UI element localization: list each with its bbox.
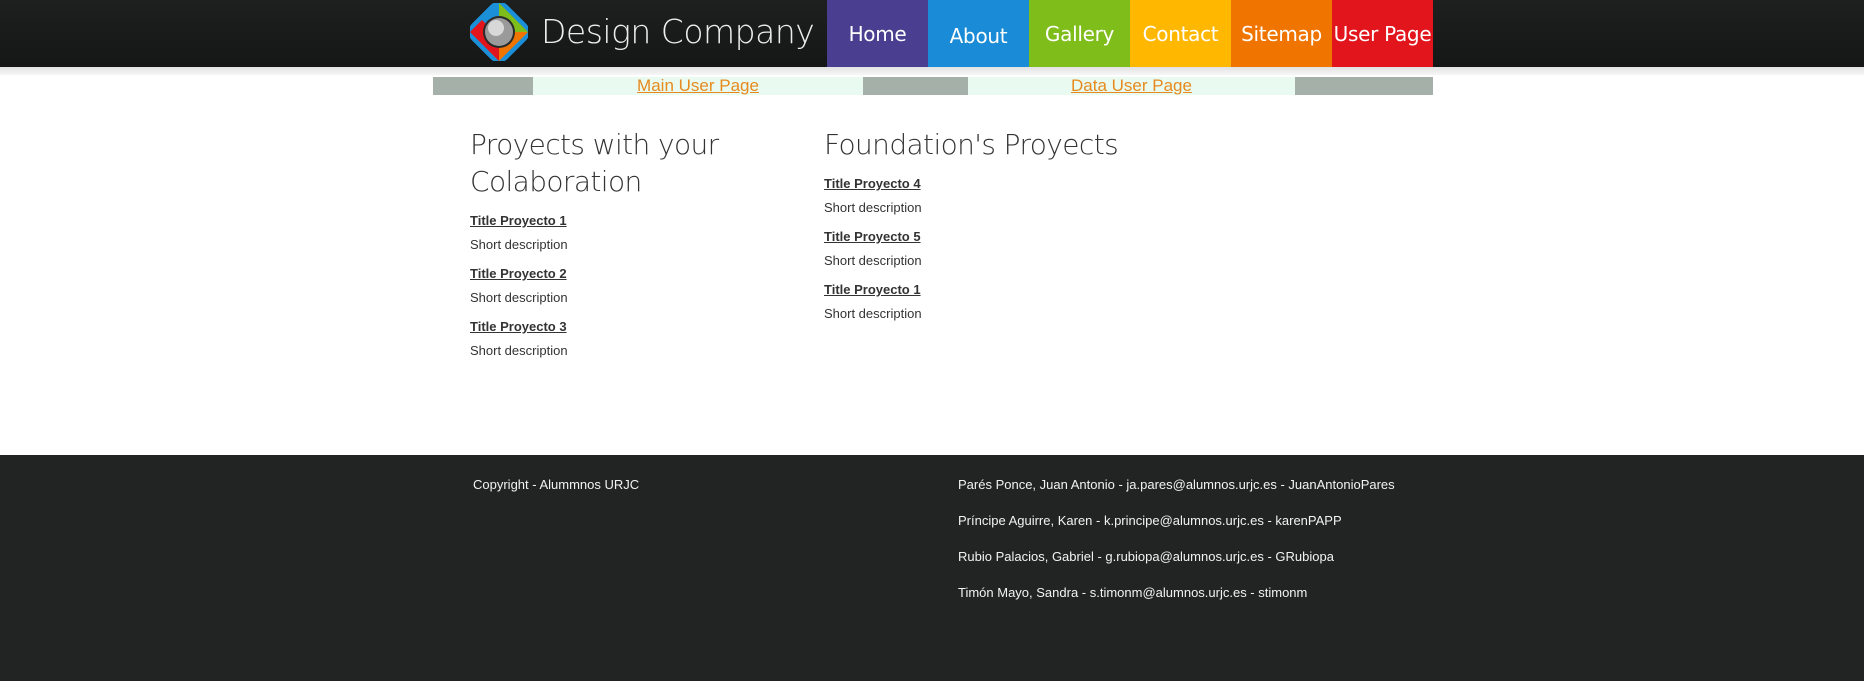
project-title-link[interactable]: Title Proyecto 1 bbox=[824, 282, 1144, 298]
nav-sitemap[interactable]: Sitemap bbox=[1231, 0, 1332, 68]
main-nav: Home About Gallery Contact Sitemap User … bbox=[827, 0, 1433, 72]
project-item: Title Proyecto 3 Short description bbox=[470, 319, 770, 359]
brand-name[interactable]: Design Company bbox=[541, 12, 815, 51]
page-footer: Copyright - Alummnos URJC Parés Ponce, J… bbox=[0, 455, 1864, 681]
footer-author: Parés Ponce, Juan Antonio - ja.pares@alu… bbox=[958, 477, 1395, 492]
footer-authors: Parés Ponce, Juan Antonio - ja.pares@alu… bbox=[958, 477, 1395, 621]
project-item: Title Proyecto 5 Short description bbox=[824, 229, 1144, 269]
footer-author: Rubio Palacios, Gabriel - g.rubiopa@alum… bbox=[958, 549, 1334, 564]
project-item: Title Proyecto 1 Short description bbox=[470, 213, 770, 253]
project-title-link[interactable]: Title Proyecto 2 bbox=[470, 266, 770, 282]
project-description: Short description bbox=[824, 306, 922, 321]
subnav-spacer bbox=[1295, 77, 1433, 95]
project-description: Short description bbox=[824, 253, 922, 268]
nav-gallery[interactable]: Gallery bbox=[1029, 0, 1130, 68]
header-bar: Design Company Home About Gallery Contac… bbox=[0, 0, 1864, 72]
footer-author: Príncipe Aguirre, Karen - k.principe@alu… bbox=[958, 513, 1342, 528]
data-user-page-link[interactable]: Data User Page bbox=[1071, 77, 1192, 95]
foundation-projects-heading: Foundation's Proyects bbox=[824, 128, 1119, 161]
company-logo-icon bbox=[470, 3, 528, 61]
footer-copyright: Copyright - Alummnos URJC bbox=[473, 477, 640, 492]
project-title-link[interactable]: Title Proyecto 3 bbox=[470, 319, 770, 335]
subnav-data-cell: Data User Page bbox=[968, 77, 1295, 95]
collab-projects-heading: Proyects with your Colaboration bbox=[470, 128, 719, 198]
main-user-page-link[interactable]: Main User Page bbox=[637, 77, 759, 95]
project-description: Short description bbox=[470, 290, 568, 305]
project-item: Title Proyecto 1 Short description bbox=[824, 282, 1144, 322]
project-item: Title Proyecto 2 Short description bbox=[470, 266, 770, 306]
subnav-main-cell: Main User Page bbox=[533, 77, 863, 95]
header-divider bbox=[0, 67, 1864, 75]
footer-author: Timón Mayo, Sandra - s.timonm@alumnos.ur… bbox=[958, 585, 1308, 600]
subnav-spacer bbox=[433, 77, 533, 95]
nav-user-page[interactable]: User Page bbox=[1332, 0, 1433, 68]
nav-home[interactable]: Home bbox=[827, 0, 928, 68]
subnav-spacer bbox=[863, 77, 968, 95]
foundation-projects-column: Foundation's Proyects Title Proyecto 4 S… bbox=[824, 126, 1144, 322]
project-description: Short description bbox=[470, 237, 568, 252]
nav-about[interactable]: About bbox=[928, 0, 1029, 72]
user-subnav: Main User Page Data User Page bbox=[433, 77, 1433, 95]
project-title-link[interactable]: Title Proyecto 5 bbox=[824, 229, 1144, 245]
project-title-link[interactable]: Title Proyecto 4 bbox=[824, 176, 1144, 192]
project-title-link[interactable]: Title Proyecto 1 bbox=[470, 213, 770, 229]
project-description: Short description bbox=[824, 200, 922, 215]
nav-contact[interactable]: Contact bbox=[1130, 0, 1231, 68]
project-description: Short description bbox=[470, 343, 568, 358]
project-item: Title Proyecto 4 Short description bbox=[824, 176, 1144, 216]
collab-projects-column: Proyects with your Colaboration Title Pr… bbox=[470, 126, 770, 359]
